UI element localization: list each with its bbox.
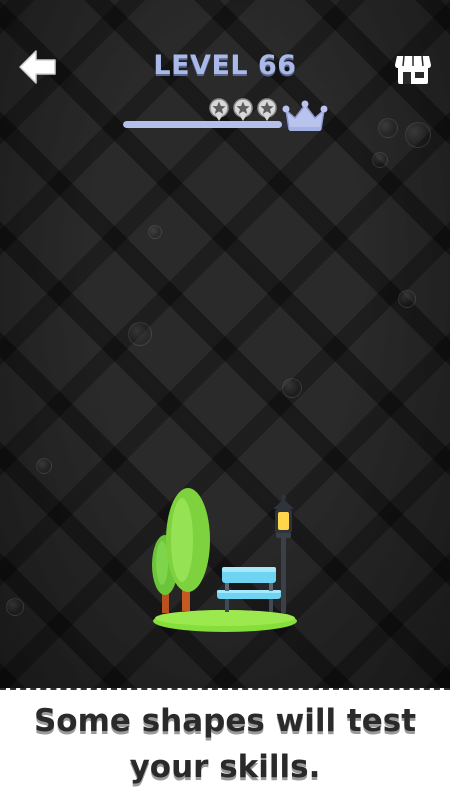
arrow-left-icon <box>19 50 56 84</box>
level-title: LEVEL 66 <box>153 50 297 81</box>
park-illustration <box>152 488 297 632</box>
bubble-decoration <box>398 290 416 308</box>
bubble-decoration <box>148 225 162 239</box>
star-milestone-3 <box>257 98 277 122</box>
park-scene <box>145 485 305 635</box>
star-icon <box>257 98 277 121</box>
star-icon <box>209 98 229 121</box>
shop-icon <box>395 55 431 84</box>
back-button[interactable] <box>18 48 58 86</box>
bubble-decoration <box>372 152 388 168</box>
star-milestone-1 <box>209 98 229 122</box>
bubble-decoration <box>6 598 24 616</box>
star-icon <box>233 98 253 121</box>
star-milestone-2 <box>233 98 253 122</box>
bubble-decoration <box>405 122 431 148</box>
crown-icon <box>282 100 328 131</box>
caption-panel: Some shapes will test your skills. <box>0 688 450 800</box>
crown-goal <box>282 100 328 134</box>
bubble-decoration <box>36 458 52 474</box>
shop-button[interactable] <box>394 52 432 86</box>
bubble-decoration <box>128 322 152 346</box>
level-progress-fill <box>123 121 283 128</box>
bubble-decoration <box>282 378 302 398</box>
caption-text: Some shapes will test your skills. <box>33 703 417 785</box>
level-progress-bar <box>123 121 289 128</box>
bubble-decoration <box>378 118 398 138</box>
